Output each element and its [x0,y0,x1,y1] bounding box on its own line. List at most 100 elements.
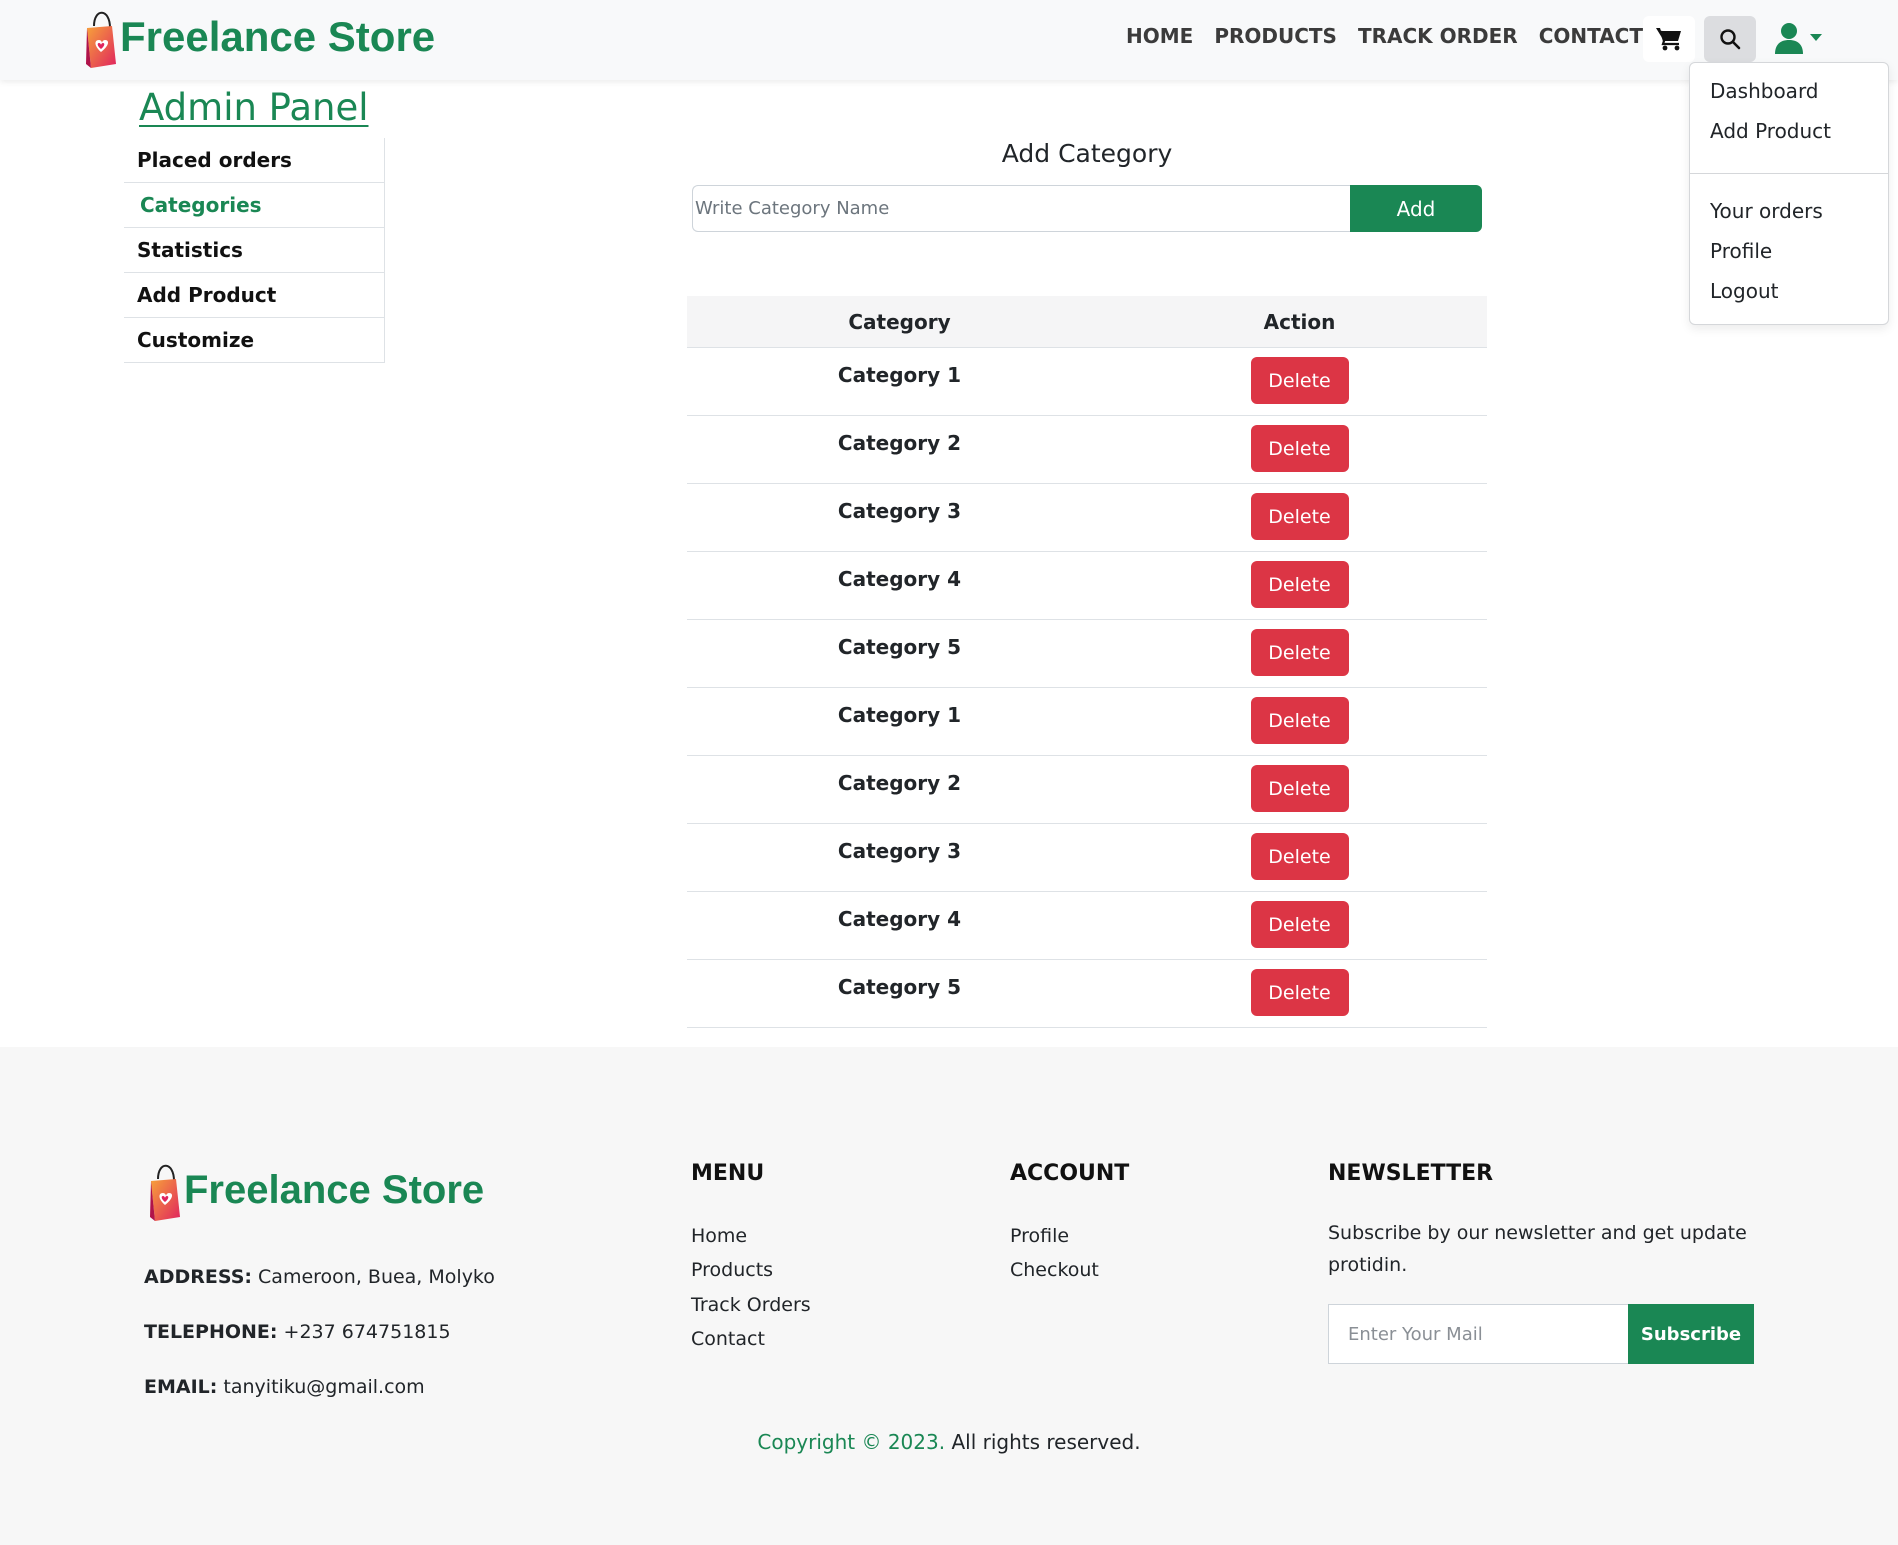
search-button[interactable] [1704,16,1756,62]
delete-category-button[interactable]: Delete [1250,697,1349,744]
dropdown-item-dashboard[interactable]: Dashboard [1710,79,1819,103]
cart-button[interactable] [1643,16,1695,62]
email-label: EMAIL: [144,1376,218,1398]
action-cell: Delete [1112,892,1487,959]
footer-link-checkout[interactable]: Checkout [1010,1259,1099,1281]
action-cell: Delete [1112,688,1487,755]
copyright-rights: All rights reserved. [945,1430,1141,1454]
sidebar-item-customize[interactable]: Customize [124,318,384,363]
brand-name: Freelance Store [120,13,436,60]
delete-category-button[interactable]: Delete [1250,357,1349,404]
action-cell: Delete [1112,960,1487,1027]
nav-track-order[interactable]: TRACK ORDER [1358,24,1518,48]
delete-category-button[interactable]: Delete [1250,629,1349,676]
cart-icon [1656,28,1681,51]
table-row: Category 5 Delete [687,620,1487,688]
sidebar-item-categories[interactable]: Categories [124,183,384,228]
telephone-value: +237 674751815 [283,1321,451,1343]
action-cell: Delete [1112,824,1487,891]
category-name-cell: Category 2 [837,431,962,455]
footer: Freelance Store ADDRESS: Cameroon, Buea,… [0,1047,1898,1545]
delete-category-button[interactable]: Delete [1250,561,1349,608]
delete-category-button[interactable]: Delete [1250,765,1349,812]
category-name-cell: Category 3 [837,499,962,523]
categories-table: Category Action Category 1 Delete Category… [687,296,1487,1028]
user-icon [1775,23,1803,54]
footer-link-track-orders[interactable]: Track Orders [691,1294,811,1316]
nav-products[interactable]: PRODUCTS [1214,24,1337,48]
copyright: Copyright © 2023. All rights reserved. [0,1430,1898,1454]
delete-category-button[interactable]: Delete [1250,833,1349,880]
sidebar-item-placed-orders[interactable]: Placed orders [124,138,384,183]
dropdown-divider [1690,173,1888,174]
footer-link-products[interactable]: Products [691,1259,773,1281]
table-header: Category Action [687,296,1487,348]
search-icon [1720,29,1741,50]
table-row: Category 5 Delete [687,960,1487,1028]
top-navbar: Freelance Store HOME PRODUCTS TRACK ORDE… [0,0,1898,80]
action-cell: Delete [1112,756,1487,823]
table-row: Category 1 Delete [687,688,1487,756]
action-cell: Delete [1112,620,1487,687]
table-row: Category 3 Delete [687,824,1487,892]
category-name-cell: Category 5 [837,975,962,999]
copyright-year: Copyright © 2023. [757,1430,946,1454]
user-menu-toggle[interactable] [1774,18,1822,58]
action-cell: Delete [1112,416,1487,483]
table-body: Category 1 Delete Category 2 Delete Category… [687,348,1487,1028]
dropdown-item-add-product[interactable]: Add Product [1710,119,1831,143]
action-cell: Delete [1112,348,1487,415]
add-category-button[interactable]: Add [1350,185,1482,232]
delete-category-button[interactable]: Delete [1250,901,1349,948]
table-row: Category 4 Delete [687,552,1487,620]
action-cell: Delete [1112,552,1487,619]
footer-newsletter-title: NEWSLETTER [1328,1161,1494,1186]
footer-address: ADDRESS: Cameroon, Buea, Molyko [144,1266,495,1288]
column-header-category: Category [848,309,951,334]
table-row: Category 3 Delete [687,484,1487,552]
newsletter-description: Subscribe by our newsletter and get upda… [1328,1222,1747,1276]
subscribe-button[interactable]: Subscribe [1628,1304,1754,1364]
footer-link-contact[interactable]: Contact [691,1328,765,1350]
footer-brand-logo[interactable]: Freelance Store [146,1159,484,1221]
dropdown-item-your-orders[interactable]: Your orders [1710,199,1823,223]
category-name-cell: Category 3 [837,839,962,863]
sidebar-item-add-product[interactable]: Add Product [124,273,384,318]
dropdown-item-profile[interactable]: Profile [1710,239,1772,263]
sidebar-item-statistics[interactable]: Statistics [124,228,384,273]
table-row: Category 2 Delete [687,416,1487,484]
footer-brand-name: Freelance Store [184,1167,485,1212]
address-value: Cameroon, Buea, Molyko [258,1266,495,1288]
add-category-title: Add Category [1001,139,1173,168]
delete-category-button[interactable]: Delete [1250,425,1349,472]
action-cell: Delete [1112,484,1487,551]
footer-menu-title: MENU [691,1161,765,1186]
caret-down-icon [1810,34,1822,41]
footer-link-home[interactable]: Home [691,1225,747,1247]
table-row: Category 4 Delete [687,892,1487,960]
dropdown-item-logout[interactable]: Logout [1710,279,1778,303]
footer-email: EMAIL: tanyitiku@gmail.com [144,1376,425,1398]
category-name-cell: Category 4 [837,907,962,931]
footer-link-profile[interactable]: Profile [1010,1225,1069,1247]
table-row: Category 2 Delete [687,756,1487,824]
shopping-bag-logo-icon [86,11,116,68]
category-name-cell: Category 5 [837,635,962,659]
delete-category-button[interactable]: Delete [1250,493,1349,540]
brand-logo[interactable]: Freelance Store [82,6,435,68]
newsletter-email-input[interactable] [1328,1304,1629,1364]
footer-account-title: ACCOUNT [1010,1161,1130,1186]
nav-home[interactable]: HOME [1126,24,1193,48]
table-row: Category 1 Delete [687,348,1487,416]
nav-contact[interactable]: CONTACT [1539,24,1643,48]
address-label: ADDRESS: [144,1266,252,1288]
category-name-input[interactable] [692,185,1351,232]
delete-category-button[interactable]: Delete [1250,969,1349,1016]
category-name-cell: Category 2 [837,771,962,795]
category-name-cell: Category 4 [837,567,962,591]
admin-panel-title[interactable]: Admin Panel [139,86,369,129]
column-header-action: Action [1263,309,1336,334]
shopping-bag-logo-icon [150,1164,180,1221]
category-name-cell: Category 1 [837,703,962,727]
user-dropdown-menu: Dashboard Add Product Your orders Profil… [1689,62,1889,325]
